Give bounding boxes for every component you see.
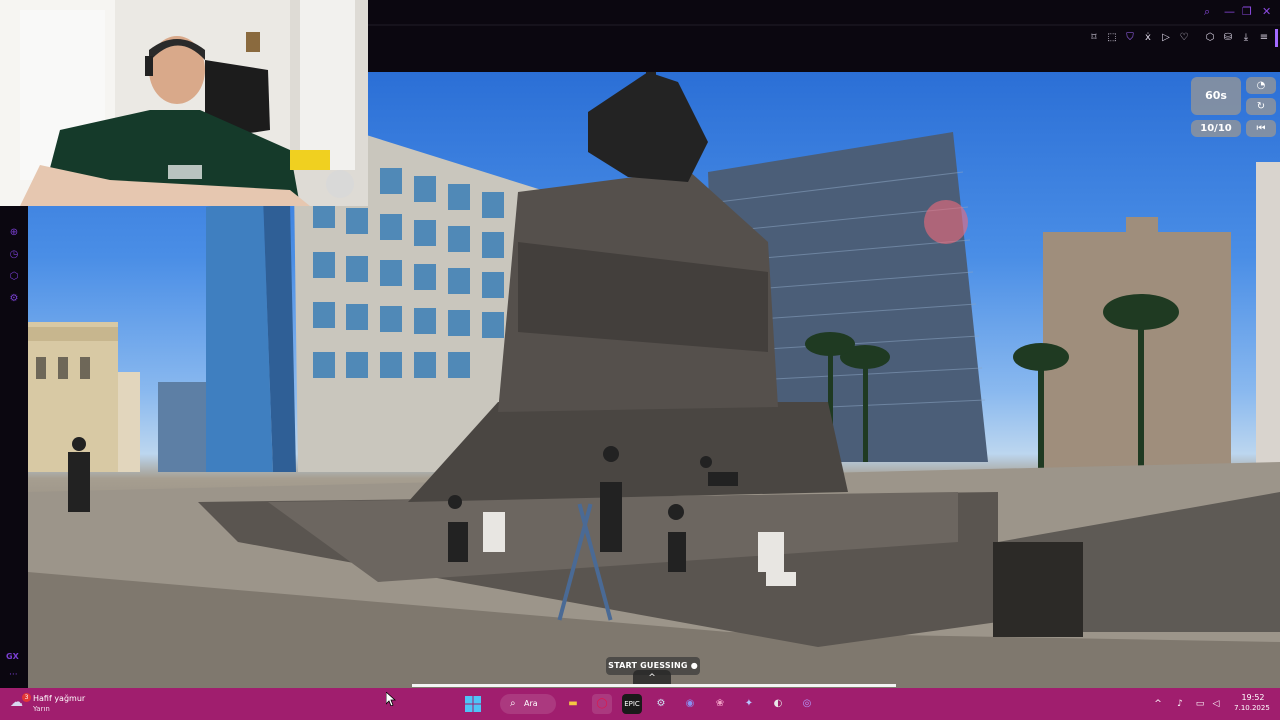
chevron-up-icon[interactable]: ^: [1152, 698, 1164, 710]
timer-display: 60s: [1191, 77, 1241, 115]
discord-icon[interactable]: ◉: [680, 694, 700, 714]
chat-icon[interactable]: ◎: [797, 694, 817, 714]
sidebar-more[interactable]: ···: [9, 670, 18, 680]
webcam-image: [0, 0, 368, 206]
download-icon[interactable]: ⤓: [1239, 31, 1253, 45]
display-icon[interactable]: ▭: [1194, 698, 1206, 710]
weather-subtitle: Yarın: [33, 705, 50, 713]
steam-icon[interactable]: ⚙: [651, 694, 671, 714]
webcam-overlay: [0, 0, 368, 206]
opera-gx-icon[interactable]: ◯: [592, 694, 612, 714]
weather-badge: 3: [22, 693, 31, 702]
shield-icon[interactable]: ⛉: [1123, 31, 1137, 45]
clock-time[interactable]: 19:52: [1238, 693, 1268, 702]
history-icon[interactable]: ◷: [7, 248, 21, 262]
gx-label[interactable]: GX: [6, 652, 19, 661]
weather-widget[interactable]: ☁ 3 Hafif yağmur Yarın: [10, 693, 130, 717]
round-counter: 10/10: [1191, 120, 1241, 137]
volume-icon[interactable]: ◁: [1210, 698, 1222, 710]
wallet-icon[interactable]: ⛁: [1221, 31, 1235, 45]
translate-icon[interactable]: ẋ: [1141, 31, 1155, 45]
extensions-icon[interactable]: ⬡: [7, 270, 21, 284]
search-icon[interactable]: ⌕: [1204, 5, 1210, 19]
start-icon[interactable]: [463, 694, 483, 714]
accent-bar: [1275, 29, 1278, 47]
search-label: Ara: [524, 699, 538, 708]
minimize-icon[interactable]: —: [1224, 5, 1235, 19]
close-icon[interactable]: ✕: [1262, 5, 1271, 19]
start-guessing-label: START GUESSING: [608, 661, 688, 670]
search-icon: ⌕: [510, 698, 516, 709]
extensions-icon[interactable]: ⬡: [1203, 31, 1217, 45]
snapshot-icon[interactable]: ⬚: [1105, 31, 1119, 45]
bookmark-icon[interactable]: ⌑: [1087, 31, 1101, 45]
file-explorer-icon[interactable]: ▬: [563, 694, 583, 714]
map-pin-icon: ●: [690, 661, 698, 670]
epic-games-icon[interactable]: EPIC: [622, 694, 642, 714]
obs-icon[interactable]: ◐: [768, 694, 788, 714]
play-icon[interactable]: ▷: [1159, 31, 1173, 45]
progress-bar: [412, 684, 896, 687]
restore-icon[interactable]: ❐: [1242, 5, 1252, 19]
compass-icon[interactable]: ◔: [1246, 77, 1276, 94]
mouse-cursor-icon: [386, 692, 396, 706]
tab-strip-divider: [368, 24, 1280, 26]
menu-icon[interactable]: ≡: [1257, 31, 1271, 45]
clock-date[interactable]: 7.10.2025: [1230, 704, 1274, 712]
rewind-icon[interactable]: ⏮: [1246, 120, 1276, 137]
chevron-up-icon: ^: [648, 673, 656, 683]
taskbar-search-button[interactable]: ⌕ Ara: [500, 694, 556, 714]
add-icon[interactable]: ⊕: [7, 226, 21, 240]
photos-icon[interactable]: ❀: [710, 694, 730, 714]
app-icon[interactable]: ✦: [739, 694, 759, 714]
refresh-icon[interactable]: ↻: [1246, 98, 1276, 115]
settings-icon[interactable]: ⚙: [7, 292, 21, 306]
heart-icon[interactable]: ♡: [1177, 31, 1191, 45]
windows-logo: [465, 696, 481, 712]
microphone-icon[interactable]: ♪: [1174, 698, 1186, 710]
weather-title: Hafif yağmur: [33, 694, 86, 703]
